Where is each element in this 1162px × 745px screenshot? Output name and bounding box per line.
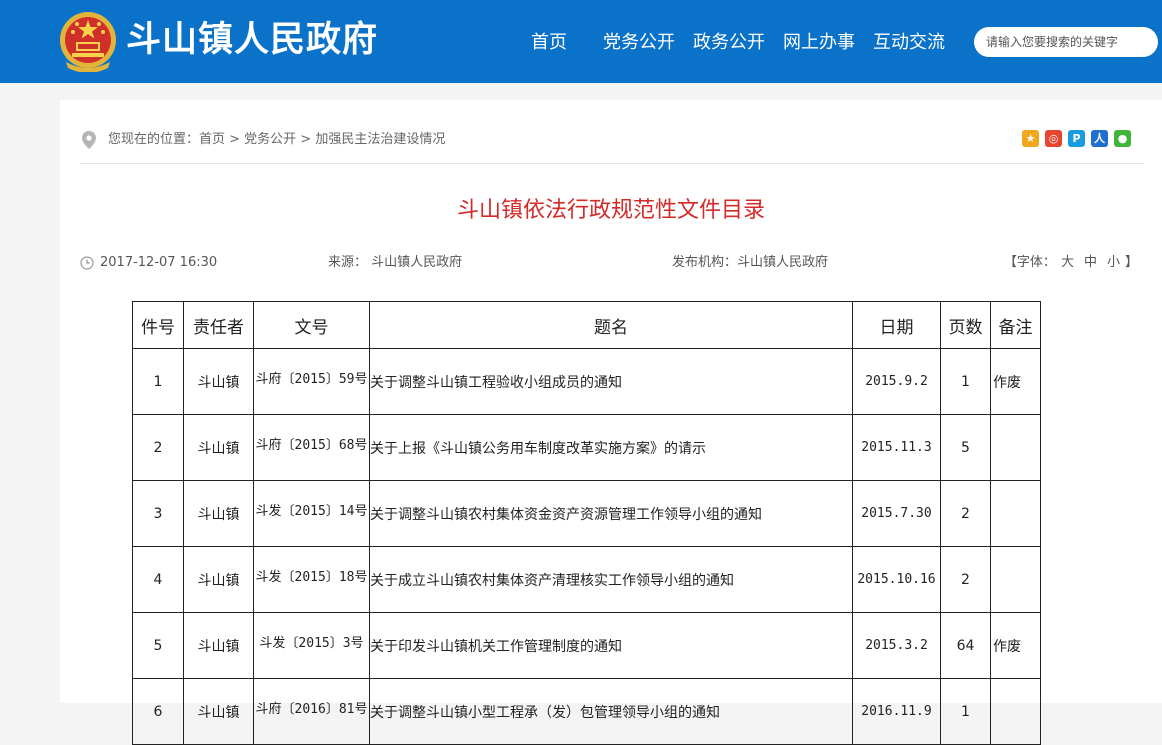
article-source: 来源： 斗山镇人民政府 bbox=[328, 255, 463, 270]
renren-icon[interactable]: 人 bbox=[1091, 130, 1108, 147]
table-row: 4 斗山镇 斗发〔2015〕18号 关于成立斗山镇农村集体资产清理核实工作领导小… bbox=[132, 546, 1041, 613]
cell-title: 关于调整斗山镇小型工程承（发）包管理领导小组的通知 bbox=[369, 678, 853, 745]
cell-date: 2015.9.2 bbox=[852, 348, 941, 415]
cell-no: 5 bbox=[132, 612, 184, 679]
breadcrumb-row: 您现在的位置：首页 > 党务公开 > 加强民主法治建设情况 ★ ◎ P 人 ● bbox=[80, 130, 1152, 150]
font-size-medium[interactable]: 中 bbox=[1084, 255, 1097, 270]
national-emblem-icon bbox=[60, 12, 116, 72]
cell-pages: 1 bbox=[940, 678, 991, 745]
cell-no: 6 bbox=[132, 678, 184, 745]
cell-pages: 1 bbox=[940, 348, 991, 415]
nav-government-affairs[interactable]: 政务公开 bbox=[693, 30, 765, 56]
cell-title: 关于上报《斗山镇公务用车制度改革实施方案》的请示 bbox=[369, 414, 853, 481]
cell-docno: 斗府〔2016〕81号 bbox=[253, 678, 370, 745]
cell-note bbox=[990, 480, 1041, 547]
cell-owner: 斗山镇 bbox=[183, 546, 254, 613]
nav-online-services[interactable]: 网上办事 bbox=[783, 30, 855, 56]
cell-owner: 斗山镇 bbox=[183, 678, 254, 745]
cell-note bbox=[990, 414, 1041, 481]
article-meta: 2017-12-07 16:30 来源： 斗山镇人民政府 发布机构：斗山镇人民政… bbox=[80, 253, 1144, 273]
cell-no: 3 bbox=[132, 480, 184, 547]
cell-owner: 斗山镇 bbox=[183, 480, 254, 547]
document-table: 件号 责任者 文号 题名 日期 页数 备注 1 斗山镇 斗府〔2015〕59号 … bbox=[132, 301, 1041, 745]
font-size-label: 【字体： bbox=[1003, 255, 1056, 270]
cell-date: 2015.10.16 bbox=[852, 546, 941, 613]
cell-docno: 斗府〔2015〕59号 bbox=[253, 348, 370, 415]
breadcrumb[interactable]: 您现在的位置：首页 > 党务公开 > 加强民主法治建设情况 bbox=[108, 130, 445, 150]
article-title: 斗山镇依法行政规范性文件目录 bbox=[456, 198, 765, 223]
table-header-row: 件号 责任者 文号 题名 日期 页数 备注 bbox=[132, 301, 1041, 349]
cell-title: 关于调整斗山镇农村集体资金资产资源管理工作领导小组的通知 bbox=[369, 480, 853, 547]
share-bar: ★ ◎ P 人 ● bbox=[1022, 130, 1132, 148]
column-header: 件号 bbox=[132, 301, 184, 349]
font-size-small[interactable]: 小 bbox=[1107, 255, 1120, 270]
cell-owner: 斗山镇 bbox=[183, 612, 254, 679]
cell-note bbox=[990, 678, 1041, 745]
table-row: 2 斗山镇 斗府〔2015〕68号 关于上报《斗山镇公务用车制度改革实施方案》的… bbox=[132, 414, 1041, 481]
cell-title: 关于调整斗山镇工程验收小组成员的通知 bbox=[369, 348, 853, 415]
column-header: 责任者 bbox=[183, 301, 254, 349]
qzone-icon[interactable]: ★ bbox=[1022, 130, 1039, 147]
table-row: 1 斗山镇 斗府〔2015〕59号 关于调整斗山镇工程验收小组成员的通知 201… bbox=[132, 348, 1041, 415]
column-header: 文号 bbox=[253, 301, 370, 349]
cell-owner: 斗山镇 bbox=[183, 348, 254, 415]
font-size-switcher: 【字体： 大中小】 bbox=[1004, 253, 1138, 273]
column-header: 日期 bbox=[852, 301, 941, 349]
weibo-icon[interactable]: ◎ bbox=[1045, 130, 1062, 147]
table-row: 5 斗山镇 斗发〔2015〕3号 关于印发斗山镇机关工作管理制度的通知 2015… bbox=[132, 612, 1041, 679]
cell-note: 作废 bbox=[990, 348, 1041, 415]
publish-date: 2017-12-07 16:30 bbox=[100, 255, 218, 270]
cell-title: 关于成立斗山镇农村集体资产清理核实工作领导小组的通知 bbox=[369, 546, 853, 613]
cell-pages: 2 bbox=[940, 480, 991, 547]
cell-no: 4 bbox=[132, 546, 184, 613]
nav-party-affairs[interactable]: 党务公开 bbox=[603, 30, 675, 56]
column-header: 题名 bbox=[369, 301, 853, 349]
font-size-large[interactable]: 大 bbox=[1061, 255, 1074, 270]
nav-interaction[interactable]: 互动交流 bbox=[873, 30, 945, 56]
cell-date: 2015.7.30 bbox=[852, 480, 941, 547]
cell-owner: 斗山镇 bbox=[183, 414, 254, 481]
publishing-org: 发布机构：斗山镇人民政府 bbox=[672, 255, 829, 270]
column-header: 页数 bbox=[940, 301, 991, 349]
cell-docno: 斗府〔2015〕68号 bbox=[253, 414, 370, 481]
search-box bbox=[974, 27, 1158, 57]
cell-note: 作废 bbox=[990, 612, 1041, 679]
cell-pages: 2 bbox=[940, 546, 991, 613]
content-panel: 您现在的位置：首页 > 党务公开 > 加强民主法治建设情况 ★ ◎ P 人 ● … bbox=[60, 100, 1162, 745]
table-row: 3 斗山镇 斗发〔2015〕14号 关于调整斗山镇农村集体资金资产资源管理工作领… bbox=[132, 480, 1041, 547]
cell-no: 1 bbox=[132, 348, 184, 415]
cell-title: 关于印发斗山镇机关工作管理制度的通知 bbox=[369, 612, 853, 679]
cell-docno: 斗发〔2015〕14号 bbox=[253, 480, 370, 547]
nav-home[interactable]: 首页 bbox=[531, 30, 567, 56]
cell-date: 2015.11.3 bbox=[852, 414, 941, 481]
search-input[interactable] bbox=[986, 27, 1146, 57]
column-header: 备注 bbox=[990, 301, 1041, 349]
cell-date: 2015.3.2 bbox=[852, 612, 941, 679]
cell-docno: 斗发〔2015〕18号 bbox=[253, 546, 370, 613]
site-header: 斗山镇人民政府 首页 党务公开 政务公开 网上办事 互动交流 bbox=[0, 0, 1162, 83]
cell-docno: 斗发〔2015〕3号 bbox=[253, 612, 370, 679]
clock-icon bbox=[80, 256, 94, 270]
cell-no: 2 bbox=[132, 414, 184, 481]
wechat-icon[interactable]: ● bbox=[1114, 130, 1131, 147]
divider bbox=[80, 163, 1144, 164]
site-title[interactable]: 斗山镇人民政府 bbox=[126, 16, 378, 64]
cell-date: 2016.11.9 bbox=[852, 678, 941, 745]
location-pin-icon bbox=[82, 131, 96, 149]
font-size-bracket: 】 bbox=[1124, 255, 1138, 270]
table-row: 6 斗山镇 斗府〔2016〕81号 关于调整斗山镇小型工程承（发）包管理领导小组… bbox=[132, 678, 1041, 745]
cell-note bbox=[990, 546, 1041, 613]
cell-pages: 64 bbox=[940, 612, 991, 679]
tencent-weibo-icon[interactable]: P bbox=[1068, 130, 1085, 147]
cell-pages: 5 bbox=[940, 414, 991, 481]
